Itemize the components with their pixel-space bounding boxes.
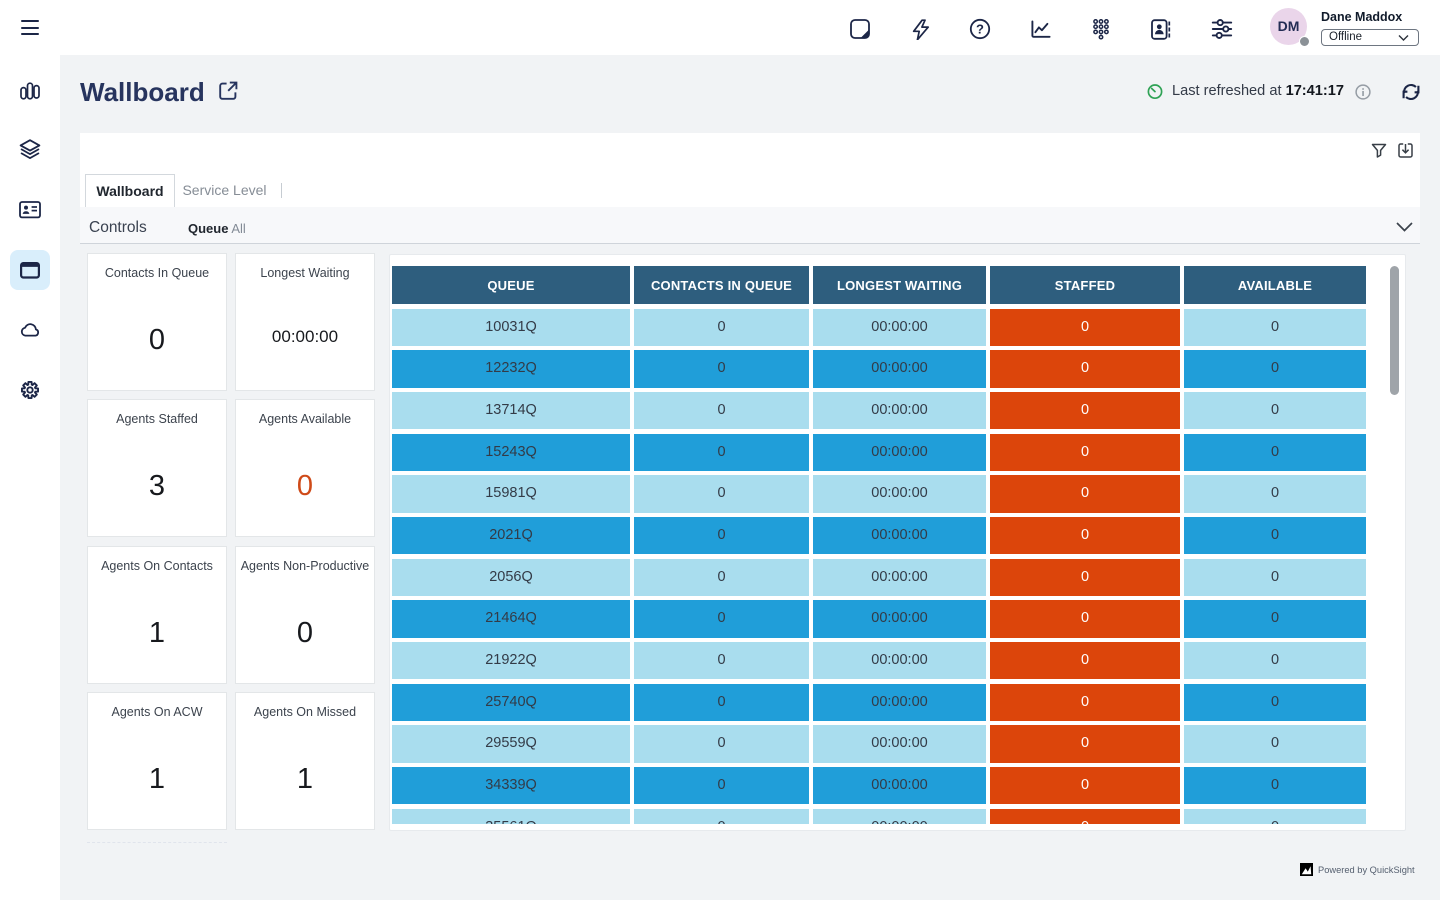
svg-text:?: ? bbox=[976, 22, 984, 37]
